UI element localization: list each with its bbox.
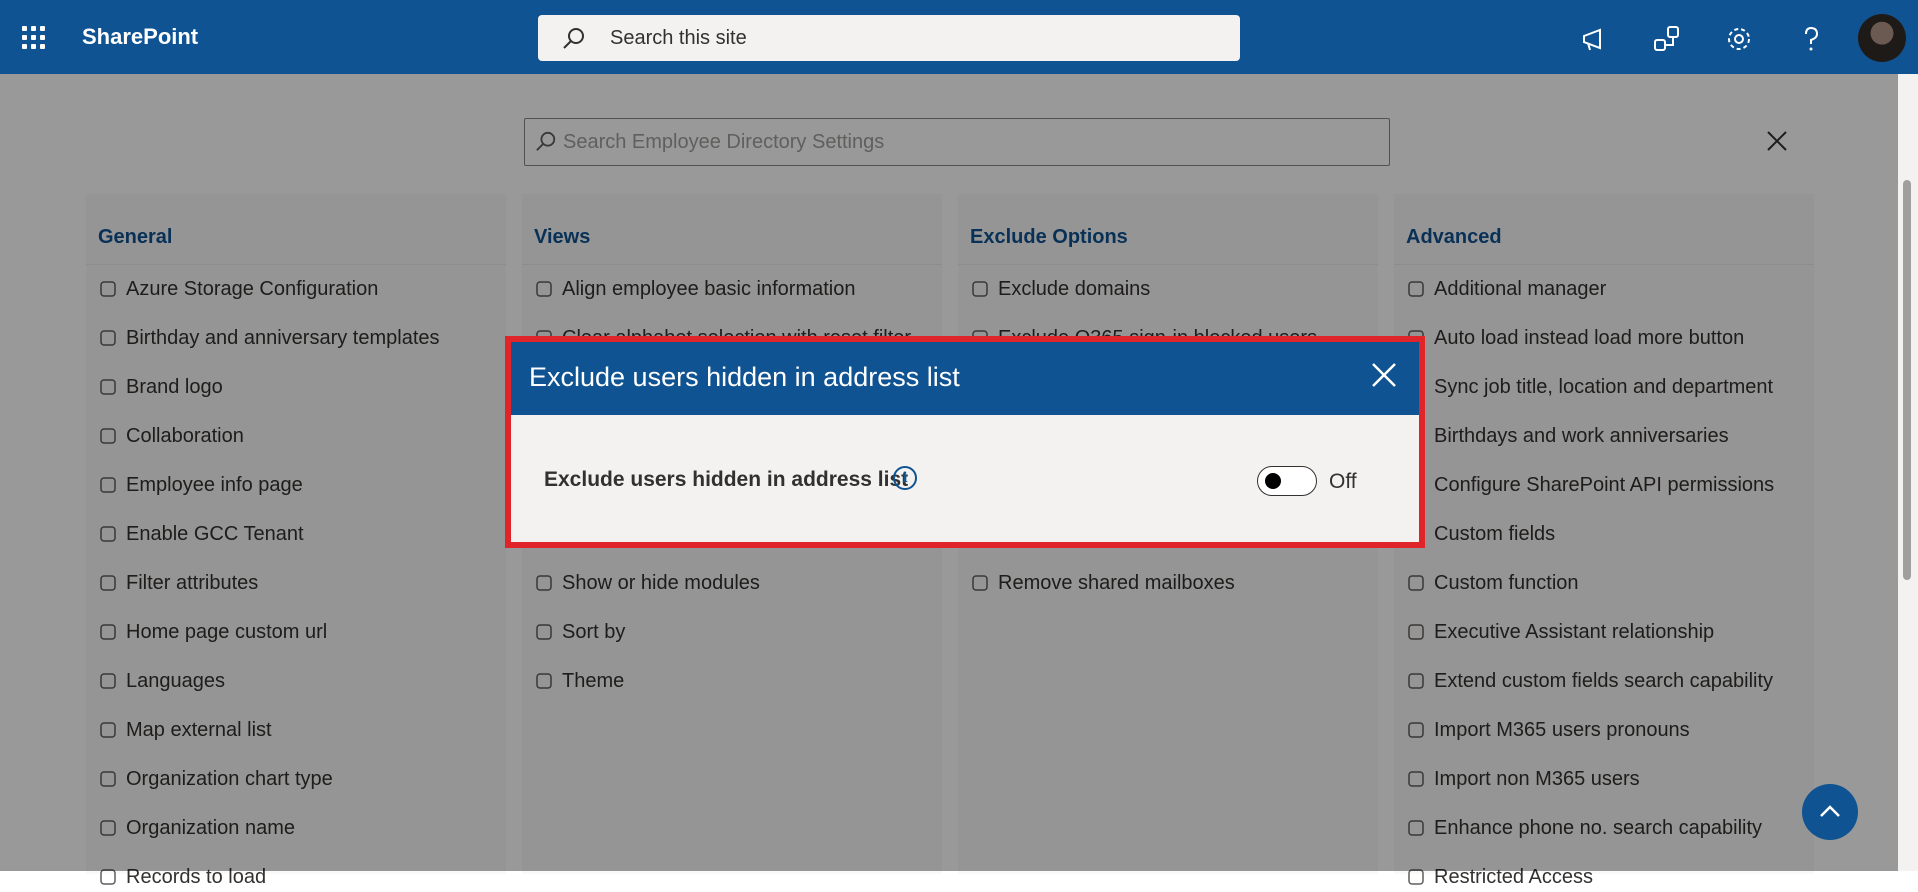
site-search-placeholder: Search this site [610,27,747,49]
app-launcher-icon[interactable] [22,26,46,50]
chevron-up-icon [1820,805,1840,817]
search-icon [563,28,584,49]
dialog-header: Exclude users hidden in address list [511,342,1419,415]
dialog-title: Exclude users hidden in address list [529,362,960,392]
exclude-hidden-users-dialog: Exclude users hidden in address list Exc… [505,336,1425,548]
help-icon[interactable] [1796,24,1826,54]
toggle-knob [1265,473,1281,489]
info-icon[interactable]: i [893,466,917,490]
suite-header: SharePoint Search this site [0,0,1918,74]
toggle-state-label: Off [1329,470,1357,493]
dialog-close-icon[interactable] [1369,360,1399,390]
site-search-box[interactable]: Search this site [538,15,1240,61]
scroll-to-top-button[interactable] [1802,784,1858,840]
app-name[interactable]: SharePoint [82,24,198,50]
avatar[interactable] [1858,14,1906,62]
scrollbar-thumb[interactable] [1903,180,1911,580]
exclude-hidden-toggle[interactable] [1257,466,1317,496]
megaphone-icon[interactable] [1580,24,1610,54]
share-network-icon[interactable] [1652,24,1682,54]
gear-icon[interactable] [1724,24,1754,54]
setting-label: Exclude users hidden in address list [544,468,909,491]
